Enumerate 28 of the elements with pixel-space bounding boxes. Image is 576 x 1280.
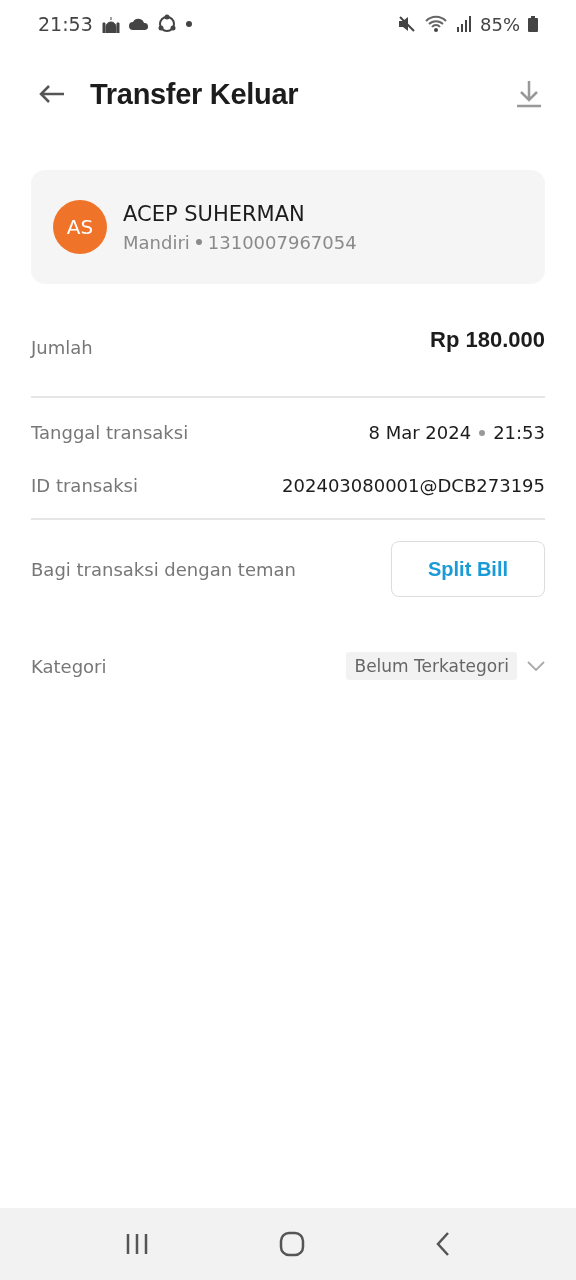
detail-label: ID transaksi	[31, 475, 138, 496]
bank-name: Mandiri	[123, 231, 190, 253]
category-label: Kategori	[31, 655, 107, 677]
split-bill-button[interactable]: Split Bill	[391, 541, 545, 597]
detail-label: Tanggal transaksi	[31, 422, 189, 443]
category-dropdown[interactable]: Belum Terkategori	[346, 652, 517, 680]
page-title: Transfer Keluar	[90, 77, 299, 111]
mosque-icon	[100, 15, 121, 33]
avatar: AS	[53, 200, 107, 254]
battery-percent: 85%	[480, 13, 520, 35]
separator-dot-icon	[479, 429, 486, 436]
detail-value: 21:53	[493, 422, 545, 443]
detail-value: 8 Mar 2024	[368, 422, 472, 443]
signal-icon	[456, 16, 472, 32]
status-time: 21:53	[38, 13, 93, 35]
recipient-name: ACEP SUHERMAN	[123, 201, 306, 226]
split-label: Bagi transaksi dengan teman	[31, 558, 296, 580]
mute-icon	[398, 16, 416, 32]
account-number: 1310007967054	[207, 231, 357, 253]
amount-value: Rp 180.000	[430, 327, 545, 353]
cloud-icon	[128, 17, 149, 31]
battery-icon	[528, 16, 538, 32]
wifi-icon	[424, 15, 448, 33]
separator-dot-icon	[195, 239, 202, 245]
dot-icon	[184, 20, 193, 28]
detail-value: 202403080001@DCB273195	[282, 475, 545, 496]
amount-label: Jumlah	[31, 336, 93, 358]
sync-icon	[156, 14, 177, 34]
